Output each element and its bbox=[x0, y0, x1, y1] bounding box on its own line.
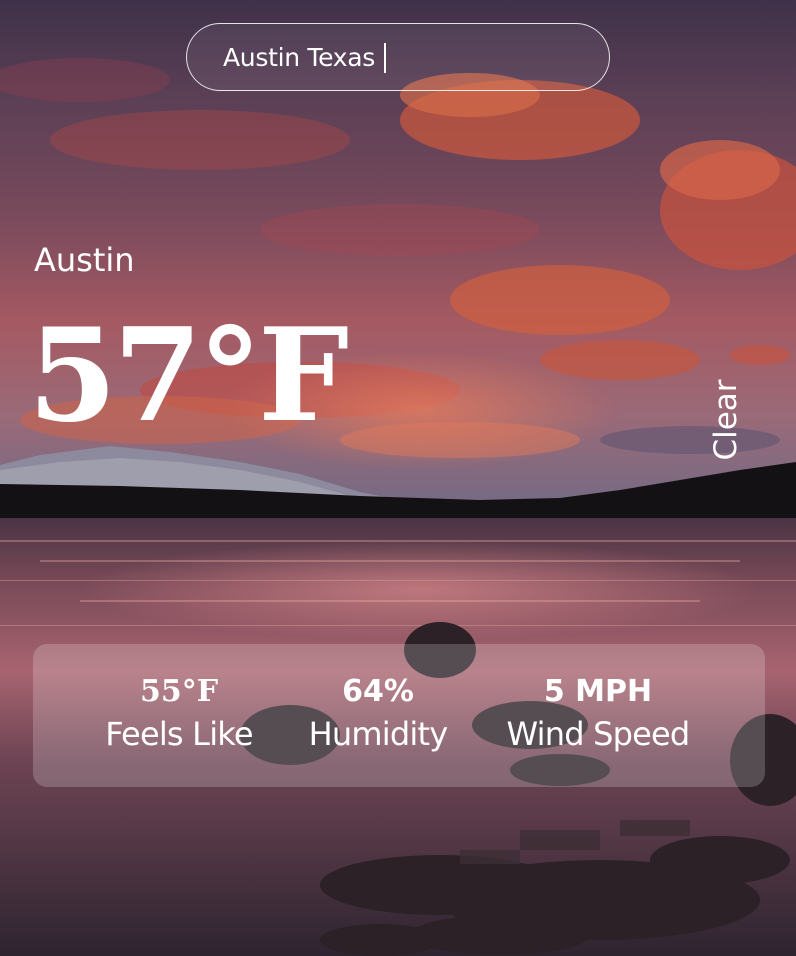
weather-stats-panel: 55°F Feels Like 64% Humidity 5 MPH Wind … bbox=[33, 644, 765, 787]
text-cursor bbox=[384, 43, 386, 73]
city-name: Austin bbox=[34, 241, 135, 279]
humidity-value: 64% bbox=[342, 674, 414, 709]
feels-like-stat: 55°F Feels Like bbox=[93, 672, 265, 756]
feels-like-value: 55°F bbox=[139, 674, 219, 709]
humidity-stat: 64% Humidity bbox=[298, 672, 458, 756]
wind-speed-stat: 5 MPH Wind Speed bbox=[491, 672, 705, 756]
wind-speed-label: Wind Speed bbox=[506, 715, 691, 753]
current-temperature: 57°F bbox=[28, 301, 349, 451]
sunset-lake-background bbox=[0, 0, 796, 956]
search-input[interactable] bbox=[186, 23, 610, 91]
humidity-label: Humidity bbox=[308, 715, 449, 753]
feels-like-label: Feels Like bbox=[105, 715, 253, 753]
wind-speed-value: 5 MPH bbox=[543, 674, 653, 709]
weather-condition: Clear bbox=[708, 379, 744, 461]
